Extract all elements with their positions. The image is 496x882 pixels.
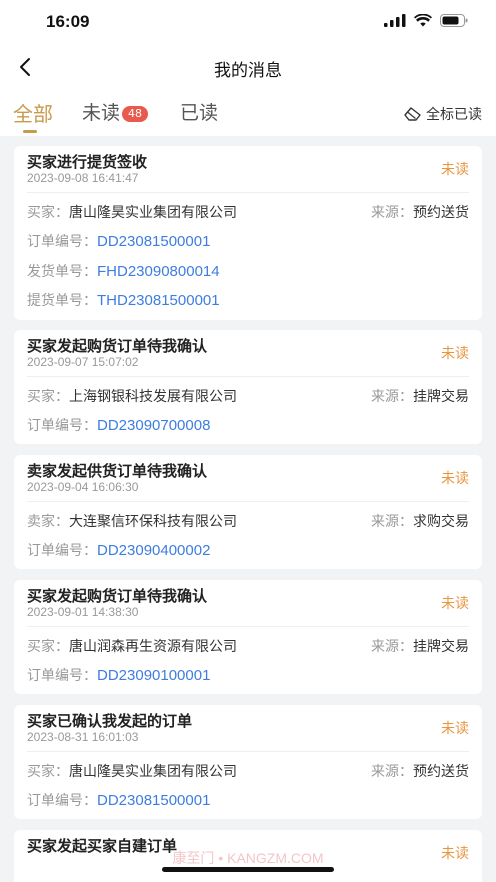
buyer-name: 唐山隆昊实业集团有限公司: [69, 764, 237, 780]
status-time: 16:09: [46, 12, 90, 31]
read-status: 未读: [441, 471, 469, 487]
buyer-name: 上海钢银科技发展有限公司: [69, 389, 237, 405]
mark-all-read-button[interactable]: 全标已读: [404, 104, 482, 124]
order-no-label: 订单编号：: [27, 793, 97, 809]
order-no-label: 订单编号：: [27, 234, 97, 250]
buyer-label: 买家：: [27, 764, 69, 780]
order-no-link[interactable]: DD23081500001: [97, 233, 210, 250]
order-no-label: 订单编号：: [27, 543, 97, 559]
seller-label: 卖家：: [27, 514, 69, 530]
battery-icon: [440, 14, 468, 27]
wifi-icon: [414, 14, 432, 27]
message-card[interactable]: 买家发起购货订单待我确认 2023-09-07 15:07:02 未读 买家：上…: [14, 330, 482, 444]
page-title: 我的消息: [214, 61, 282, 81]
message-card[interactable]: 买家进行提货签收 2023-09-08 16:41:47 未读 买家：唐山隆昊实…: [14, 146, 482, 320]
message-title: 买家已确认我发起的订单: [27, 712, 193, 730]
buyer-label: 买家：: [27, 205, 69, 221]
read-status: 未读: [441, 721, 469, 737]
order-no-link[interactable]: DD23081500001: [97, 792, 210, 809]
source-label: 来源：: [371, 205, 413, 221]
pickup-no-link[interactable]: THD23081500001: [97, 292, 220, 309]
read-status: 未读: [441, 596, 469, 612]
source-value: 预约送货: [413, 764, 469, 780]
message-time: 2023-09-07 15:07:02: [27, 355, 139, 369]
buyer-name: 唐山隆昊实业集团有限公司: [69, 205, 237, 221]
message-time: 2023-09-08 16:41:47: [27, 171, 139, 185]
message-card[interactable]: 卖家发起供货订单待我确认 2023-09-04 16:06:30 未读 卖家：大…: [14, 455, 482, 569]
order-no-link[interactable]: DD23090700008: [97, 417, 210, 434]
divider: [27, 751, 469, 752]
source-row: 来源：求购交易: [371, 511, 469, 531]
eraser-icon: [404, 107, 421, 121]
divider: [27, 192, 469, 193]
source-label: 来源：: [371, 764, 413, 780]
seller-name: 大连聚信环保科技有限公司: [69, 514, 237, 530]
divider: [27, 376, 469, 377]
tab-read[interactable]: 已读: [180, 98, 218, 125]
message-title: 买家发起购货订单待我确认: [27, 587, 208, 605]
order-no-row: 订单编号：DD23081500001: [27, 231, 210, 251]
mark-all-read-label: 全标已读: [426, 107, 482, 123]
order-no-link[interactable]: DD23090100001: [97, 667, 210, 684]
message-title: 卖家发起供货订单待我确认: [27, 462, 208, 480]
message-time: 2023-08-31 16:01:03: [27, 730, 139, 744]
watermark: 康至门 • KANGZM.COM: [172, 850, 324, 866]
buyer-row: 买家：唐山隆昊实业集团有限公司: [27, 761, 237, 781]
message-time: 2023-09-04 16:06:30: [27, 480, 139, 494]
active-tab-indicator: [23, 130, 37, 133]
source-value: 挂牌交易: [413, 389, 469, 405]
status-bar: 16:09: [0, 0, 496, 44]
ship-no-label: 发货单号：: [27, 264, 97, 280]
source-row: 来源：预约送货: [371, 202, 469, 222]
unread-count-badge: 48: [122, 105, 149, 122]
buyer-name: 唐山润森再生资源有限公司: [69, 639, 237, 655]
message-card[interactable]: 买家已确认我发起的订单 2023-08-31 16:01:03 未读 买家：唐山…: [14, 705, 482, 819]
buyer-label: 买家：: [27, 389, 69, 405]
status-icons: [384, 14, 468, 27]
buyer-row: 买家：唐山润森再生资源有限公司: [27, 636, 237, 656]
source-row: 来源：预约送货: [371, 761, 469, 781]
source-value: 预约送货: [413, 205, 469, 221]
pickup-no-row: 提货单号：THD23081500001: [27, 290, 220, 310]
source-label: 来源：: [371, 639, 413, 655]
source-value: 求购交易: [413, 514, 469, 530]
order-no-label: 订单编号：: [27, 418, 97, 434]
source-label: 来源：: [371, 389, 413, 405]
order-no-row: 订单编号：DD23081500001: [27, 790, 210, 810]
divider: [27, 626, 469, 627]
tab-unread-label: 未读: [82, 102, 121, 124]
source-row: 来源：挂牌交易: [371, 636, 469, 656]
order-no-row: 订单编号：DD23090100001: [27, 665, 210, 685]
order-no-row: 订单编号：DD23090700008: [27, 415, 210, 435]
source-label: 来源：: [371, 514, 413, 530]
signal-icon: [384, 14, 406, 27]
message-time: 2023-09-01 14:38:30: [27, 605, 139, 619]
order-no-link[interactable]: DD23090400002: [97, 542, 210, 559]
pickup-no-label: 提货单号：: [27, 293, 97, 309]
order-no-label: 订单编号：: [27, 668, 97, 684]
message-title: 买家进行提货签收: [27, 153, 148, 171]
source-value: 挂牌交易: [413, 639, 469, 655]
order-no-row: 订单编号：DD23090400002: [27, 540, 210, 560]
message-title: 买家发起购货订单待我确认: [27, 337, 208, 355]
buyer-row: 买家：唐山隆昊实业集团有限公司: [27, 202, 237, 222]
buyer-label: 买家：: [27, 639, 69, 655]
read-status: 未读: [441, 162, 469, 178]
message-card[interactable]: 买家发起购货订单待我确认 2023-09-01 14:38:30 未读 买家：唐…: [14, 580, 482, 694]
ship-no-link[interactable]: FHD23090800014: [97, 263, 220, 280]
divider: [27, 501, 469, 502]
tab-bar: 全部 未读 48 已读 全标已读: [0, 90, 496, 136]
ship-no-row: 发货单号：FHD23090800014: [27, 261, 220, 281]
buyer-row: 买家：上海钢银科技发展有限公司: [27, 386, 237, 406]
nav-bar: 我的消息: [0, 44, 496, 90]
tab-unread[interactable]: 未读 48: [82, 98, 149, 125]
read-status: 未读: [441, 346, 469, 362]
home-indicator[interactable]: [162, 867, 334, 872]
seller-row: 卖家：大连聚信环保科技有限公司: [27, 511, 237, 531]
tab-all[interactable]: 全部: [13, 98, 53, 127]
source-row: 来源：挂牌交易: [371, 386, 469, 406]
